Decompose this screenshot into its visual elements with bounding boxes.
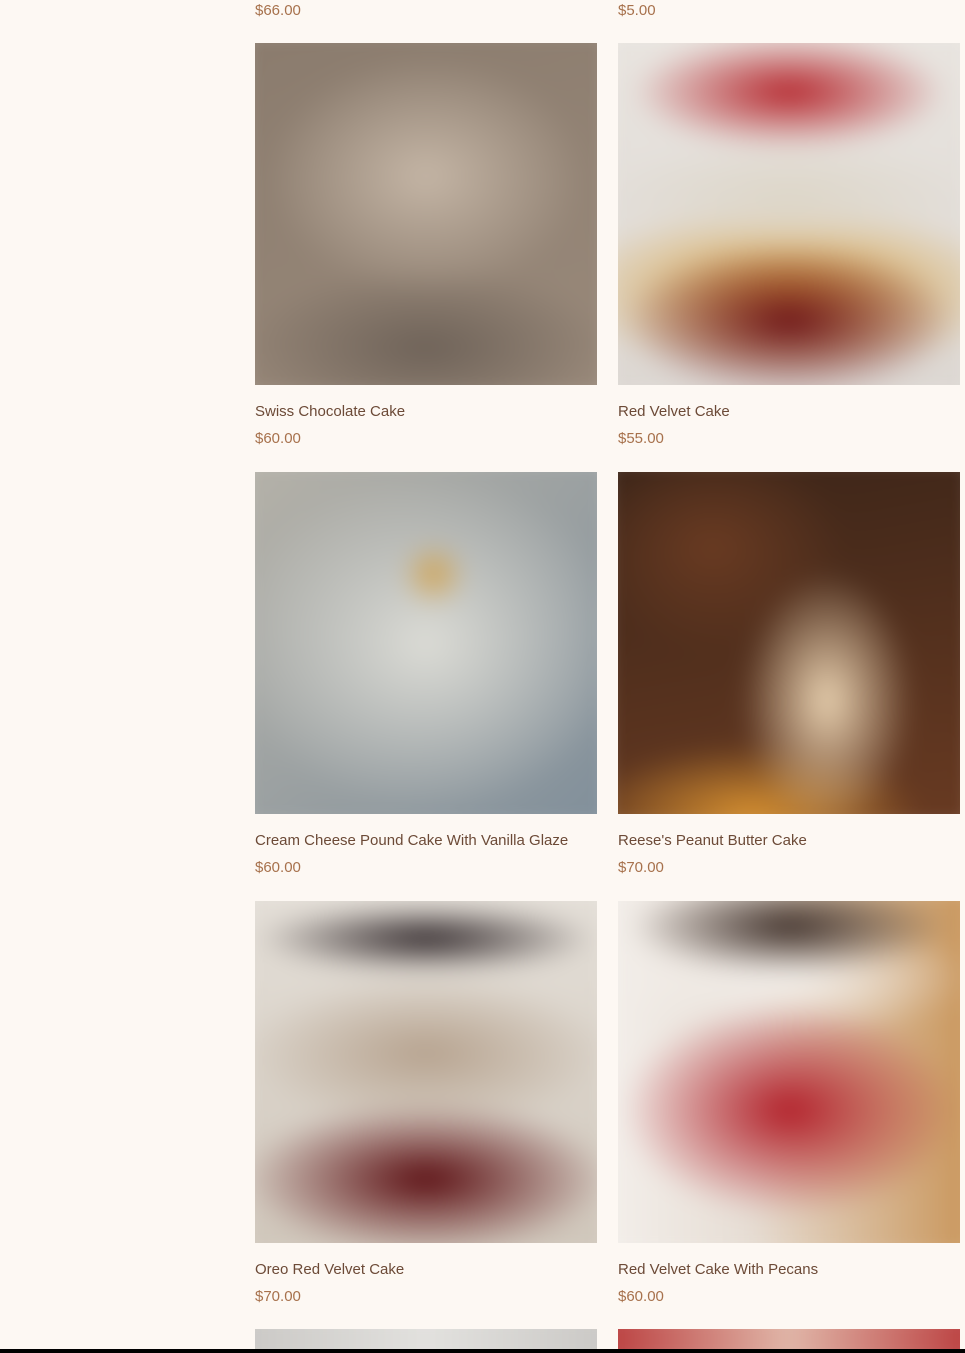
product-name[interactable]: Red Velvet Cake	[618, 403, 960, 420]
product-price: $60.00	[255, 430, 301, 447]
product-image[interactable]	[618, 472, 960, 814]
product-price: $5.00	[618, 2, 656, 19]
product-name[interactable]: Swiss Chocolate Cake	[255, 403, 597, 420]
product-image[interactable]	[255, 43, 597, 385]
product-price: $70.00	[255, 1288, 301, 1305]
product-card[interactable]: Red Velvet Cake With Pecans $60.00	[618, 901, 960, 1305]
product-card[interactable]: Oreo Red Velvet Cake $70.00	[255, 901, 597, 1305]
product-image-partial[interactable]	[255, 1329, 597, 1349]
product-name[interactable]: Cream Cheese Pound Cake With Vanilla Gla…	[255, 832, 597, 849]
product-name[interactable]: Reese's Peanut Butter Cake	[618, 832, 960, 849]
product-card[interactable]: Cream Cheese Pound Cake With Vanilla Gla…	[255, 472, 597, 876]
product-price: $60.00	[618, 1288, 664, 1305]
product-name[interactable]: Red Velvet Cake With Pecans	[618, 1261, 960, 1278]
product-card[interactable]: Swiss Chocolate Cake $60.00	[255, 43, 597, 447]
previous-row-prices: $66.00 $5.00	[255, 0, 960, 22]
product-image[interactable]	[618, 43, 960, 385]
product-image[interactable]	[255, 472, 597, 814]
product-image-partial[interactable]	[618, 1329, 960, 1349]
product-image[interactable]	[618, 901, 960, 1243]
product-price: $55.00	[618, 430, 664, 447]
product-price: $70.00	[618, 859, 664, 876]
product-gallery-page: $66.00 $5.00 Swiss Chocolate Cake $60.00…	[0, 0, 965, 1353]
page-bottom-border	[0, 1349, 965, 1353]
product-price: $66.00	[255, 2, 301, 19]
product-card[interactable]: Red Velvet Cake $55.00	[618, 43, 960, 447]
product-price: $60.00	[255, 859, 301, 876]
product-image[interactable]	[255, 901, 597, 1243]
product-card[interactable]: Reese's Peanut Butter Cake $70.00	[618, 472, 960, 876]
product-name[interactable]: Oreo Red Velvet Cake	[255, 1261, 597, 1278]
